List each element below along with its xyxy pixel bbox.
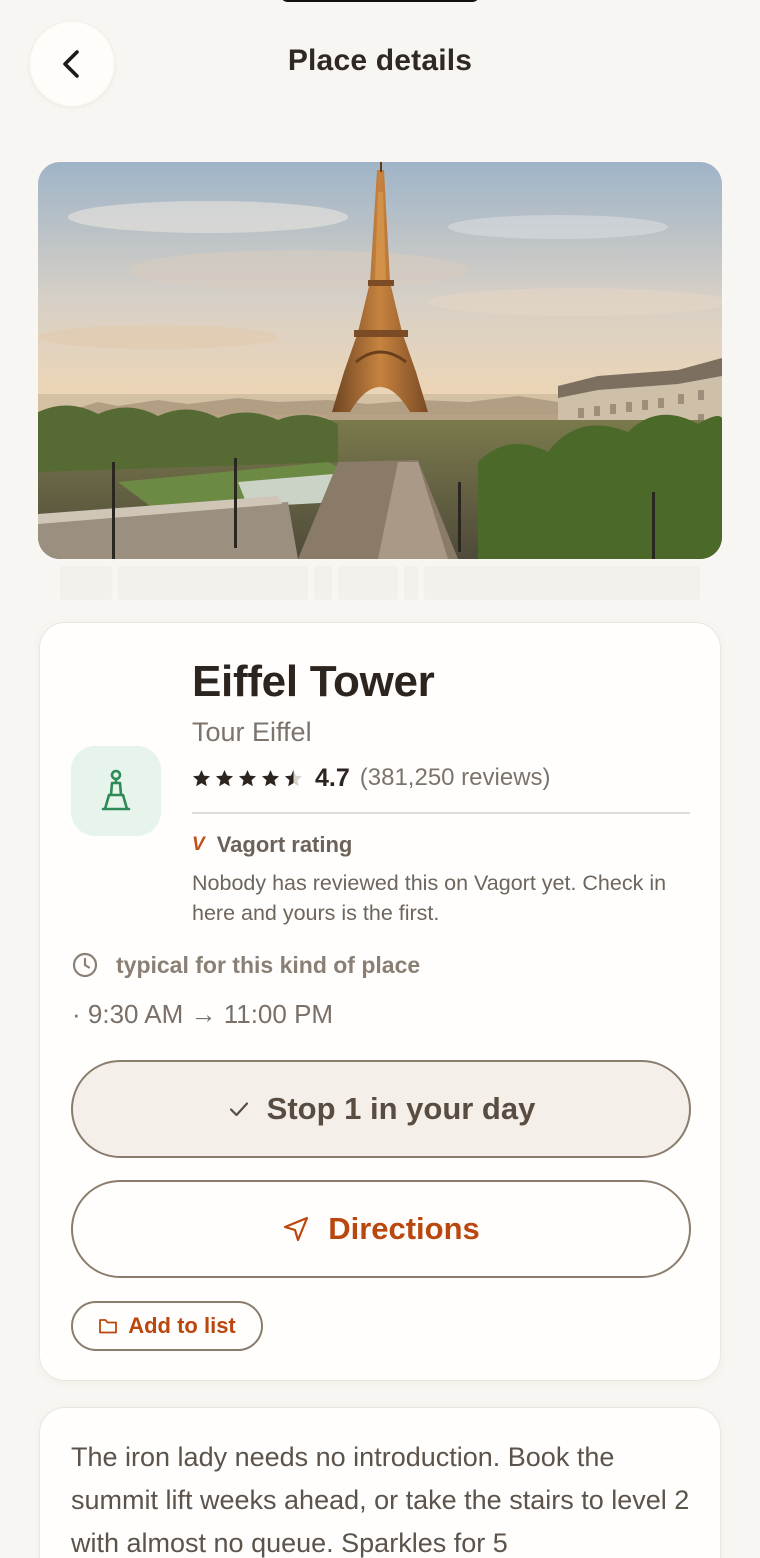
vagort-rating-header: V Vagort rating <box>192 830 352 860</box>
place-photo[interactable] <box>38 162 722 559</box>
place-description: The iron lady needs no introduction. Boo… <box>71 1442 690 1558</box>
day-stop-label: Stop 1 in your day <box>266 1091 536 1126</box>
photo-strip <box>60 566 700 600</box>
add-to-list-label: Add to list <box>128 1313 236 1338</box>
monument-icon <box>101 769 131 811</box>
rating-value: 4.7 <box>315 763 350 792</box>
add-to-list-button[interactable]: Add to list <box>71 1301 263 1351</box>
directions-button[interactable]: Directions <box>71 1180 691 1278</box>
hours-row: typical for this kind of place <box>72 950 420 980</box>
vagort-rating-note: Nobody has reviewed this on Vagort yet. … <box>192 871 667 925</box>
device-notch <box>280 0 480 2</box>
star-icon <box>192 769 211 786</box>
hours-range: · 9:30 AM → 11:00 PM <box>72 999 334 1029</box>
place-summary-card: Eiffel Tower Tour Eiffel 4.7 (381,250 re… <box>39 622 721 1381</box>
star-rating <box>192 769 303 788</box>
review-count[interactable]: (381,250 reviews) <box>360 764 551 792</box>
directions-label: Directions <box>328 1211 480 1246</box>
place-details-screen: Place details Eiffel Tower Tour Eiffel 4… <box>0 0 760 1558</box>
star-icon <box>238 769 257 786</box>
half-star-icon <box>284 769 303 786</box>
vagort-logo-icon: V <box>192 834 205 855</box>
star-icon <box>215 769 234 786</box>
place-name: Eiffel Tower <box>192 657 435 706</box>
divider <box>192 812 690 814</box>
vagort-rating-label: Vagort rating <box>216 832 353 857</box>
hours-label: typical for this kind of place <box>116 951 421 978</box>
folder-icon <box>99 1319 118 1334</box>
star-icon <box>261 769 280 786</box>
navigation-arrow-icon <box>284 1216 309 1242</box>
check-icon <box>229 1102 248 1117</box>
page-title: Place details <box>287 44 473 77</box>
place-local-name: Tour Eiffel <box>192 717 312 747</box>
clock-icon <box>72 952 98 978</box>
rating-row: 4.7 (381,250 reviews) <box>192 761 551 795</box>
place-category-badge <box>71 746 161 836</box>
description-card: The iron lady needs no introduction. Boo… <box>39 1407 721 1558</box>
eiffel-tower-photo <box>38 162 722 559</box>
day-stop-button[interactable]: Stop 1 in your day <box>71 1060 691 1158</box>
